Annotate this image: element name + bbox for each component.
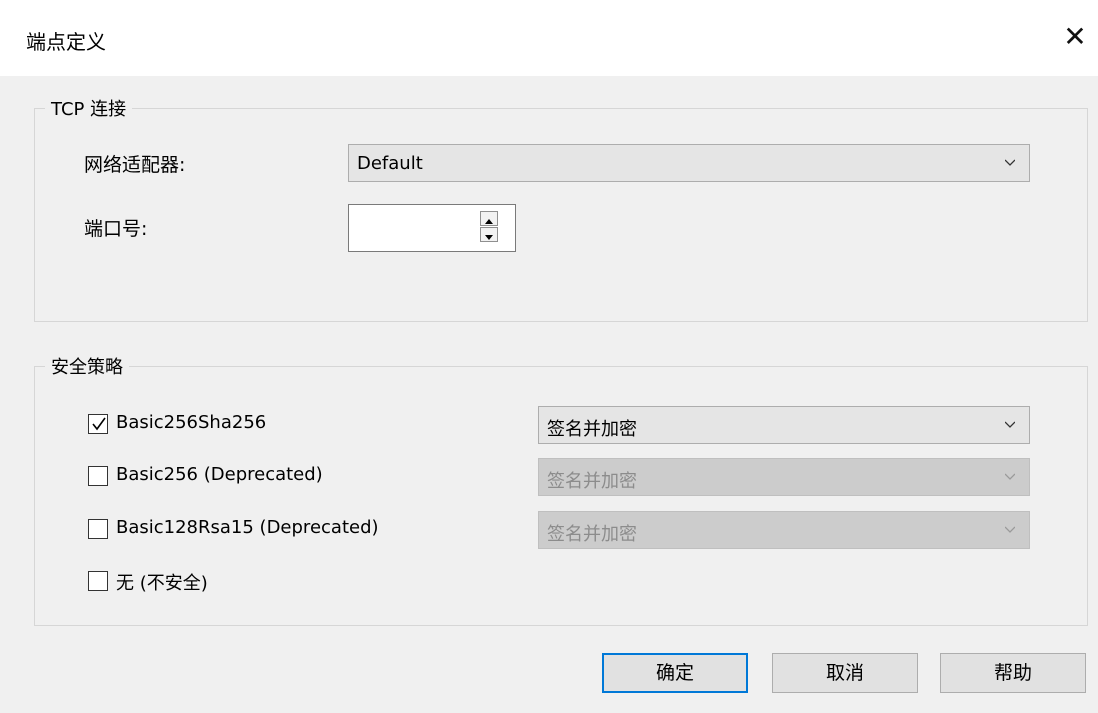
port-increment-button[interactable] <box>480 211 498 226</box>
security-group-legend: 安全策略 <box>45 353 129 379</box>
checkbox-box[interactable] <box>88 519 108 539</box>
policy-label: Basic256 (Deprecated) <box>116 464 323 485</box>
adapter-label: 网络适配器: <box>84 154 186 176</box>
chevron-down-icon <box>1005 159 1015 166</box>
cancel-button[interactable]: 取消 <box>772 653 918 693</box>
checkbox-box[interactable] <box>88 466 108 486</box>
checkmark-icon <box>92 417 106 431</box>
policy-basic128rsa15-mode-select: 签名并加密 <box>538 511 1030 549</box>
mode-select-value: 签名并加密 <box>547 419 637 440</box>
chevron-down-icon <box>1005 473 1015 480</box>
checkbox-box[interactable] <box>88 414 108 434</box>
policy-label: Basic256Sha256 <box>116 412 267 433</box>
dialog-title: 端点定义 <box>26 30 106 54</box>
help-button[interactable]: 帮助 <box>940 653 1086 693</box>
close-icon[interactable]: ✕ <box>1058 20 1092 54</box>
adapter-select[interactable]: Default <box>348 144 1030 182</box>
port-decrement-button[interactable] <box>480 227 498 242</box>
chevron-down-icon <box>1005 526 1015 533</box>
chevron-down-icon <box>1005 421 1015 428</box>
policy-label: Basic128Rsa15 (Deprecated) <box>116 517 379 538</box>
policy-basic256-mode-select: 签名并加密 <box>538 458 1030 496</box>
mode-select-value: 签名并加密 <box>547 471 637 492</box>
triangle-down-icon <box>485 235 493 240</box>
policy-label: 无 (不安全) <box>116 573 208 594</box>
policy-basic256sha256-mode-select[interactable]: 签名并加密 <box>538 406 1030 444</box>
checkbox-box[interactable] <box>88 571 108 591</box>
ok-button[interactable]: 确定 <box>602 653 748 693</box>
adapter-select-value: Default <box>357 153 423 174</box>
port-label: 端口号: <box>84 218 148 240</box>
mode-select-value: 签名并加密 <box>547 524 637 545</box>
title-bar: 端点定义 ✕ <box>0 0 1098 76</box>
tcp-group: TCP 连接 <box>34 95 1088 322</box>
tcp-group-legend: TCP 连接 <box>45 95 133 121</box>
